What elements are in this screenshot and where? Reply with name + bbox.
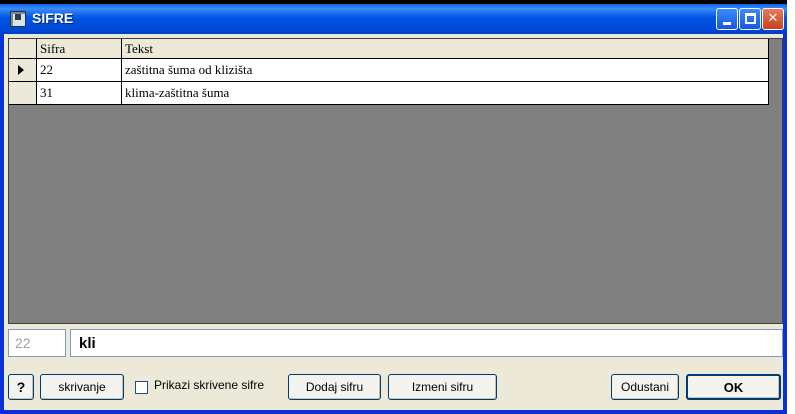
help-button[interactable]: ?: [8, 374, 34, 400]
maximize-icon: [745, 13, 756, 24]
minimize-button[interactable]: [716, 8, 738, 30]
show-hidden-checkbox[interactable]: [135, 381, 148, 394]
codes-grid[interactable]: Sifra Tekst 22 zaštitna šuma od klizišta…: [8, 38, 783, 324]
app-window-icon: [10, 11, 26, 27]
ok-button[interactable]: OK: [686, 374, 781, 400]
sifre-window: SIFRE ✕ Sifra Tekst 22 zaštitna šuma od …: [0, 4, 787, 414]
current-row-arrow-icon: [18, 65, 24, 75]
close-button[interactable]: ✕: [762, 8, 784, 30]
hide-button[interactable]: skrivanje: [40, 374, 124, 400]
window-title: SIFRE: [32, 10, 74, 26]
title-bar[interactable]: SIFRE ✕: [0, 4, 787, 34]
selected-code-field: 22: [8, 329, 66, 357]
add-code-button[interactable]: Dodaj sifru: [288, 374, 381, 400]
column-header-sifra[interactable]: Sifra: [37, 39, 122, 59]
cell-sifra[interactable]: 22: [37, 59, 122, 82]
grid-header: Sifra Tekst: [9, 39, 769, 59]
show-hidden-label[interactable]: Prikazi skrivene sifre: [154, 378, 264, 392]
cell-tekst[interactable]: klima-zaštitna šuma: [122, 82, 769, 105]
cancel-button[interactable]: Odustani: [611, 374, 679, 400]
edit-code-button[interactable]: Izmeni sifru: [388, 374, 497, 400]
row-indicator[interactable]: [9, 59, 37, 82]
cell-tekst[interactable]: zaštitna šuma od klizišta: [122, 59, 769, 82]
column-header-tekst[interactable]: Tekst: [122, 39, 769, 59]
maximize-button[interactable]: [739, 8, 761, 30]
header-corner: [9, 39, 37, 59]
table-row[interactable]: 22 zaštitna šuma od klizišta: [9, 59, 769, 82]
cell-sifra[interactable]: 31: [37, 82, 122, 105]
minimize-icon: [723, 22, 731, 25]
row-indicator[interactable]: [9, 82, 37, 105]
screen-edge-right: [787, 0, 795, 414]
table-row[interactable]: 31 klima-zaštitna šuma: [9, 82, 769, 105]
search-input[interactable]: [70, 329, 783, 357]
